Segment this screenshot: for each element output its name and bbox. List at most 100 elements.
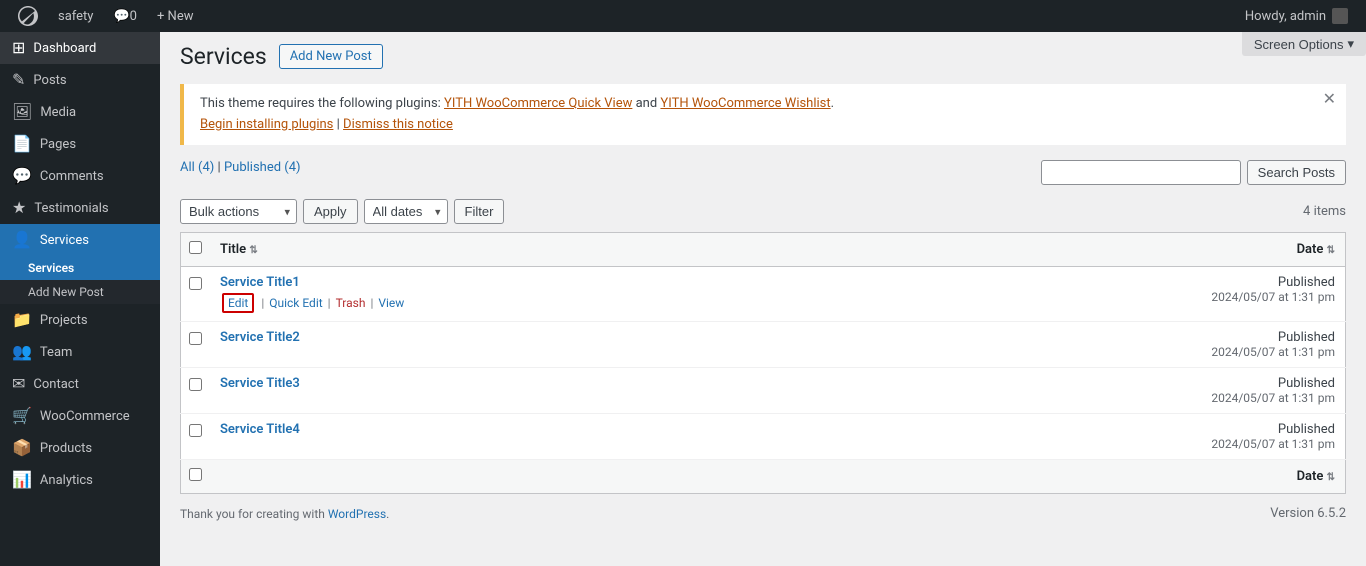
dashboard-icon: ⊞ bbox=[12, 40, 25, 56]
sidebar-item-projects[interactable]: 📁 Projects bbox=[0, 304, 160, 336]
sidebar-item-contact[interactable]: ✉ Contact bbox=[0, 368, 160, 400]
sidebar-item-label: Comments bbox=[40, 169, 104, 184]
plugin1-link[interactable]: YITH WooCommerce Quick View bbox=[444, 96, 632, 111]
sidebar-item-comments[interactable]: 💬 Comments bbox=[0, 160, 160, 192]
select-all-checkbox[interactable] bbox=[189, 241, 202, 254]
publish-status: Published bbox=[1206, 376, 1336, 391]
screen-options-label: Screen Options bbox=[1254, 37, 1344, 52]
sidebar-item-label: Posts bbox=[33, 73, 66, 88]
post-title-link[interactable]: Service Title1 bbox=[220, 275, 1186, 290]
user-avatar bbox=[1332, 8, 1348, 24]
footer-text: Thank you for creating with WordPress. bbox=[180, 507, 389, 521]
screen-options-button[interactable]: Screen Options ▾ bbox=[1242, 32, 1366, 56]
col-date-header: Date ⇅ bbox=[1196, 233, 1346, 267]
thank-you-text: Thank you for creating with bbox=[180, 507, 325, 521]
chevron-down-icon: ▾ bbox=[1347, 36, 1354, 52]
contact-icon: ✉ bbox=[12, 376, 25, 392]
filter-all: All (4) | bbox=[180, 160, 224, 175]
post-title-link[interactable]: Service Title3 bbox=[220, 376, 1186, 391]
publish-status: Published bbox=[1206, 275, 1336, 290]
analytics-icon: 📊 bbox=[12, 472, 32, 488]
sidebar-item-services[interactable]: 👤 Services Services Add New Post bbox=[0, 224, 160, 304]
dismiss-notice-link[interactable]: Dismiss this notice bbox=[343, 117, 453, 132]
sidebar-item-dashboard[interactable]: ⊞ Dashboard bbox=[0, 32, 160, 64]
footer-date-label: Date bbox=[1297, 469, 1324, 484]
publish-date: 2024/05/07 at 1:31 pm bbox=[1206, 345, 1336, 359]
row-title-cell: Service Title2 bbox=[210, 322, 1196, 368]
apply-button[interactable]: Apply bbox=[303, 199, 358, 224]
post-title-link[interactable]: Service Title4 bbox=[220, 422, 1186, 437]
col-checkbox bbox=[181, 233, 211, 267]
sidebar-item-products[interactable]: 📦 Products bbox=[0, 432, 160, 464]
row-checkbox[interactable] bbox=[189, 277, 202, 290]
date-header-label: Date bbox=[1297, 242, 1324, 257]
table-row: Service Title4 Published 2024/05/07 at 1… bbox=[181, 414, 1346, 460]
notice-period: . bbox=[831, 96, 834, 111]
sidebar-item-media[interactable]: 🖼 Media bbox=[0, 96, 160, 128]
filter-button[interactable]: Filter bbox=[454, 199, 505, 224]
edit-link[interactable]: Edit bbox=[228, 296, 248, 310]
plugin2-link[interactable]: YITH WooCommerce Wishlist bbox=[660, 96, 830, 111]
sidebar-item-woocommerce[interactable]: 🛒 WooCommerce bbox=[0, 400, 160, 432]
wordpress-link[interactable]: WordPress bbox=[328, 507, 386, 521]
sidebar: ⊞ Dashboard ✎ Posts 🖼 Media 📄 Pa bbox=[0, 32, 160, 566]
dates-select[interactable]: All dates 2024/05 bbox=[364, 199, 448, 224]
view-link[interactable]: View bbox=[378, 296, 404, 310]
sidebar-item-analytics[interactable]: 📊 Analytics bbox=[0, 464, 160, 496]
footer-date-col: Date ⇅ bbox=[1196, 460, 1346, 494]
sidebar-item-testimonials[interactable]: ★ Testimonials bbox=[0, 192, 160, 224]
row-checkbox[interactable] bbox=[189, 378, 202, 391]
post-filter-links: All (4) | Published (4) bbox=[180, 160, 301, 175]
all-posts-link[interactable]: All (4) bbox=[180, 160, 214, 175]
separator: | bbox=[261, 296, 267, 310]
comments-item[interactable]: 💬 0 bbox=[103, 0, 147, 32]
sidebar-item-pages[interactable]: 📄 Pages bbox=[0, 128, 160, 160]
quick-edit-link[interactable]: Quick Edit bbox=[269, 296, 322, 310]
trash-link[interactable]: Trash bbox=[336, 296, 366, 310]
row-checkbox[interactable] bbox=[189, 332, 202, 345]
page-title: Services bbox=[180, 42, 267, 72]
search-input[interactable] bbox=[1041, 160, 1241, 185]
col-title-header: Title ⇅ bbox=[210, 233, 1196, 267]
row-checkbox-cell bbox=[181, 322, 211, 368]
row-checkbox[interactable] bbox=[189, 424, 202, 437]
sidebar-item-team[interactable]: 👥 Team bbox=[0, 336, 160, 368]
published-posts-link[interactable]: Published (4) bbox=[224, 160, 301, 175]
row-checkbox-cell bbox=[181, 414, 211, 460]
select-all-footer-checkbox[interactable] bbox=[189, 468, 202, 481]
howdy-item[interactable]: Howdy, admin bbox=[1235, 8, 1358, 24]
sidebar-item-label: Products bbox=[40, 441, 92, 456]
new-item[interactable]: + New bbox=[147, 0, 204, 32]
sidebar-item-posts[interactable]: ✎ Posts bbox=[0, 64, 160, 96]
table-body: Service Title1 Edit | Quick Edit | Trash… bbox=[181, 267, 1346, 460]
site-name-item[interactable]: safety bbox=[48, 0, 103, 32]
sidebar-item-label: Projects bbox=[40, 313, 88, 328]
wp-logo-item[interactable] bbox=[8, 0, 48, 32]
row-title-cell: Service Title4 bbox=[210, 414, 1196, 460]
posts-icon: ✎ bbox=[12, 72, 25, 88]
submenu-item-add-new[interactable]: Add New Post bbox=[0, 280, 160, 304]
row-title-cell: Service Title3 bbox=[210, 368, 1196, 414]
install-plugins-link[interactable]: Begin installing plugins bbox=[200, 117, 333, 132]
notice-text-before: This theme requires the following plugin… bbox=[200, 96, 444, 111]
products-icon: 📦 bbox=[12, 440, 32, 456]
woocommerce-icon: 🛒 bbox=[12, 408, 32, 424]
services-submenu: Services Add New Post bbox=[0, 256, 160, 304]
media-icon: 🖼 bbox=[12, 104, 32, 120]
sidebar-item-label: Dashboard bbox=[33, 41, 96, 56]
date-sort-icon[interactable]: ⇅ bbox=[1327, 245, 1335, 256]
comments-icon: 💬 bbox=[12, 168, 32, 184]
sidebar-item-label: Team bbox=[40, 345, 73, 360]
bulk-actions-wrapper: Bulk actions Edit Move to Trash bbox=[180, 199, 297, 224]
footer-date-sort-icon[interactable]: ⇅ bbox=[1327, 472, 1335, 483]
add-new-post-button[interactable]: Add New Post bbox=[279, 44, 383, 69]
bulk-actions-select[interactable]: Bulk actions Edit Move to Trash bbox=[180, 199, 297, 224]
top-area: All (4) | Published (4) Search Posts bbox=[180, 160, 1346, 193]
search-posts-button[interactable]: Search Posts bbox=[1247, 160, 1346, 185]
filter-published: Published (4) bbox=[224, 160, 301, 175]
submenu-item-services[interactable]: Services bbox=[0, 256, 160, 280]
dismiss-notice-button[interactable]: ✕ bbox=[1323, 92, 1336, 108]
table-row: Service Title1 Edit | Quick Edit | Trash… bbox=[181, 267, 1346, 322]
title-sort-icon[interactable]: ⇅ bbox=[249, 245, 257, 256]
post-title-link[interactable]: Service Title2 bbox=[220, 330, 1186, 345]
